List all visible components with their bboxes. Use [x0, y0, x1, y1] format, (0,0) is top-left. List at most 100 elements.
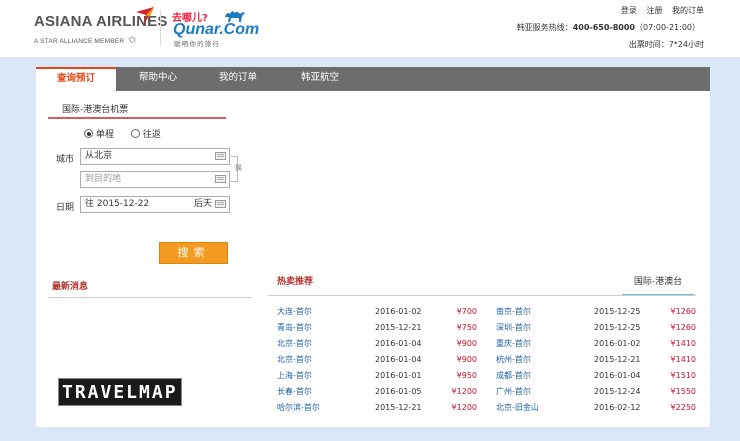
asiana-sub: A STAR ALLIANCE MEMBER [34, 38, 125, 45]
deal-price[interactable]: ¥2250 [671, 400, 696, 416]
date-label: 日期 [56, 203, 75, 213]
deal-row[interactable]: 哈尔滨-首尔 2015-12-21 ¥1200 [277, 400, 477, 416]
departure-date-input[interactable]: 往 2015-12-22 后天 [80, 196, 230, 213]
deal-route[interactable]: 深圳-首尔 [496, 320, 531, 336]
deal-route[interactable]: 广州-首尔 [496, 384, 531, 400]
oneway-option[interactable]: 单程 [84, 129, 114, 140]
deal-row[interactable]: 北京-首尔 2016-01-04 ¥900 [277, 336, 477, 352]
deal-route[interactable]: 北京-首尔 [277, 352, 312, 368]
deal-date: 2016-01-04 [594, 371, 641, 380]
to-city-input[interactable]: 到目的地 [80, 171, 230, 188]
deal-route[interactable]: 杭州-首尔 [496, 352, 531, 368]
deal-date: 2015-12-25 [594, 323, 641, 332]
tab-my-orders[interactable]: 我的订单 [206, 67, 270, 91]
deal-date: 2015-12-21 [375, 403, 422, 412]
my-orders-link[interactable]: 我的订单 [672, 6, 704, 15]
deal-price[interactable]: ¥1260 [671, 320, 696, 336]
deal-route[interactable]: 成都-首尔 [496, 368, 531, 384]
deal-route[interactable]: 重庆-首尔 [496, 336, 531, 352]
qunar-en: Qunar.Com [173, 21, 260, 38]
tab-asiana[interactable]: 韩亚航空 [288, 67, 352, 91]
city-picker-icon[interactable] [215, 152, 226, 160]
from-city-value: 从北京 [85, 151, 113, 161]
deal-row[interactable]: 长春-首尔 2016-01-05 ¥1200 [277, 384, 477, 400]
main-panel: 查询预订 帮助中心 我的订单 韩亚航空 国际-港澳台机票 单程 往返 城市 从北… [36, 67, 710, 427]
swap-cities-button[interactable]: 换 [235, 163, 242, 173]
deal-price[interactable]: ¥1410 [671, 336, 696, 352]
travelmap-watermark: TRAVELMAP [58, 378, 182, 406]
site-header: ASIANA AIRLINES A STAR ALLIANCE MEMBER ✩… [0, 0, 740, 57]
deal-row[interactable]: 北京-首尔 2016-01-04 ¥900 [277, 352, 477, 368]
deal-price[interactable]: ¥950 [457, 368, 477, 384]
deal-date: 2016-01-02 [375, 307, 422, 316]
deal-price[interactable]: ¥700 [457, 304, 477, 320]
deal-route[interactable]: 长春-首尔 [277, 384, 312, 400]
deal-price[interactable]: ¥1260 [671, 304, 696, 320]
deal-row[interactable]: 大连-首尔 2016-01-02 ¥700 [277, 304, 477, 320]
search-button[interactable]: 搜索 [159, 242, 228, 264]
deal-row[interactable]: 杭州-首尔 2015-12-21 ¥1410 [496, 352, 696, 368]
roundtrip-label: 往返 [142, 130, 161, 140]
tab-international-flights[interactable]: 国际-港澳台机票 [48, 99, 226, 119]
date-relative-label: 后天 [193, 199, 212, 209]
deal-price[interactable]: ¥900 [457, 352, 477, 368]
route-tab-label: 国际-港澳台机票 [62, 105, 129, 115]
deal-route[interactable]: 大连-首尔 [277, 304, 312, 320]
deal-date: 2016-01-04 [375, 339, 422, 348]
deal-row[interactable]: 青岛-首尔 2015-12-21 ¥750 [277, 320, 477, 336]
hotline-hours: （07:00-21:00） [635, 23, 700, 32]
roundtrip-radio[interactable] [130, 129, 140, 138]
deal-price[interactable]: ¥1200 [452, 400, 477, 416]
deal-list-right: 南京-首尔 2015-12-25 ¥1260 深圳-首尔 2015-12-25 ¥126… [496, 304, 696, 416]
deal-date: 2016-02-12 [594, 403, 641, 412]
deal-date: 2016-01-01 [375, 371, 422, 380]
tab-query-booking[interactable]: 查询预订 [36, 67, 116, 91]
tab-help-center[interactable]: 帮助中心 [126, 67, 190, 91]
to-city-placeholder: 到目的地 [85, 174, 122, 184]
deal-route[interactable]: 北京-首尔 [277, 336, 312, 352]
main-nav: 查询预订 帮助中心 我的订单 韩亚航空 [36, 67, 710, 91]
top-links: 登录 注册 我的订单 [614, 5, 704, 16]
deal-row[interactable]: 北京-旧金山 2016-02-12 ¥2250 [496, 400, 696, 416]
deal-price[interactable]: ¥750 [457, 320, 477, 336]
from-city-input[interactable]: 从北京 [80, 148, 230, 165]
deal-route[interactable]: 南京-首尔 [496, 304, 531, 320]
deal-list-left: 大连-首尔 2016-01-02 ¥700 青岛-首尔 2015-12-21 ¥750 … [277, 304, 477, 416]
deal-row[interactable]: 重庆-首尔 2016-01-02 ¥1410 [496, 336, 696, 352]
deal-row[interactable]: 成都-首尔 2016-01-04 ¥1510 [496, 368, 696, 384]
deal-date: 2015-12-25 [594, 307, 641, 316]
deal-price[interactable]: ¥1510 [671, 368, 696, 384]
qunar-logo[interactable]: 去哪儿? Qunar.Com 聪明你的旅行 [172, 7, 259, 48]
deal-date: 2016-01-05 [375, 387, 422, 396]
deal-row[interactable]: 深圳-首尔 2015-12-25 ¥1260 [496, 320, 696, 336]
deal-date: 2015-12-24 [594, 387, 641, 396]
deal-route[interactable]: 哈尔滨-首尔 [277, 400, 320, 416]
deal-route[interactable]: 北京-旧金山 [496, 400, 539, 416]
asiana-wing-icon [136, 7, 154, 26]
city-picker-icon[interactable] [215, 175, 226, 183]
calendar-icon[interactable] [215, 200, 226, 208]
register-link[interactable]: 注册 [646, 6, 662, 15]
deal-row[interactable]: 南京-首尔 2015-12-25 ¥1260 [496, 304, 696, 320]
deal-row[interactable]: 广州-首尔 2015-12-24 ¥1550 [496, 384, 696, 400]
login-link[interactable]: 登录 [621, 6, 637, 15]
deal-price[interactable]: ¥1410 [671, 352, 696, 368]
oneway-radio[interactable] [84, 129, 93, 138]
roundtrip-option[interactable]: 往返 [130, 129, 161, 140]
news-divider [48, 297, 252, 298]
date-value: 往 2015-12-22 [85, 199, 150, 209]
deal-price[interactable]: ¥1200 [452, 384, 477, 400]
hotline: 韩亚服务热线：400-650-8000（07:00-21:00） [517, 22, 700, 33]
deal-route[interactable]: 青岛-首尔 [277, 320, 312, 336]
deal-price[interactable]: ¥900 [457, 336, 477, 352]
qunar-slogan: 聪明你的旅行 [174, 40, 221, 48]
latest-news-title: 最新消息 [52, 282, 89, 292]
deal-date: 2015-12-21 [375, 323, 422, 332]
deal-price[interactable]: ¥1550 [671, 384, 696, 400]
tab-region-international[interactable]: 国际-港澳台 [622, 274, 694, 296]
deal-route[interactable]: 上海-首尔 [277, 368, 312, 384]
hot-deals-divider [268, 295, 696, 296]
deal-row[interactable]: 上海-首尔 2016-01-01 ¥950 [277, 368, 477, 384]
star-alliance-icon: ✩ [128, 35, 137, 46]
service-time: 出票时间：7*24小时 [628, 40, 704, 49]
